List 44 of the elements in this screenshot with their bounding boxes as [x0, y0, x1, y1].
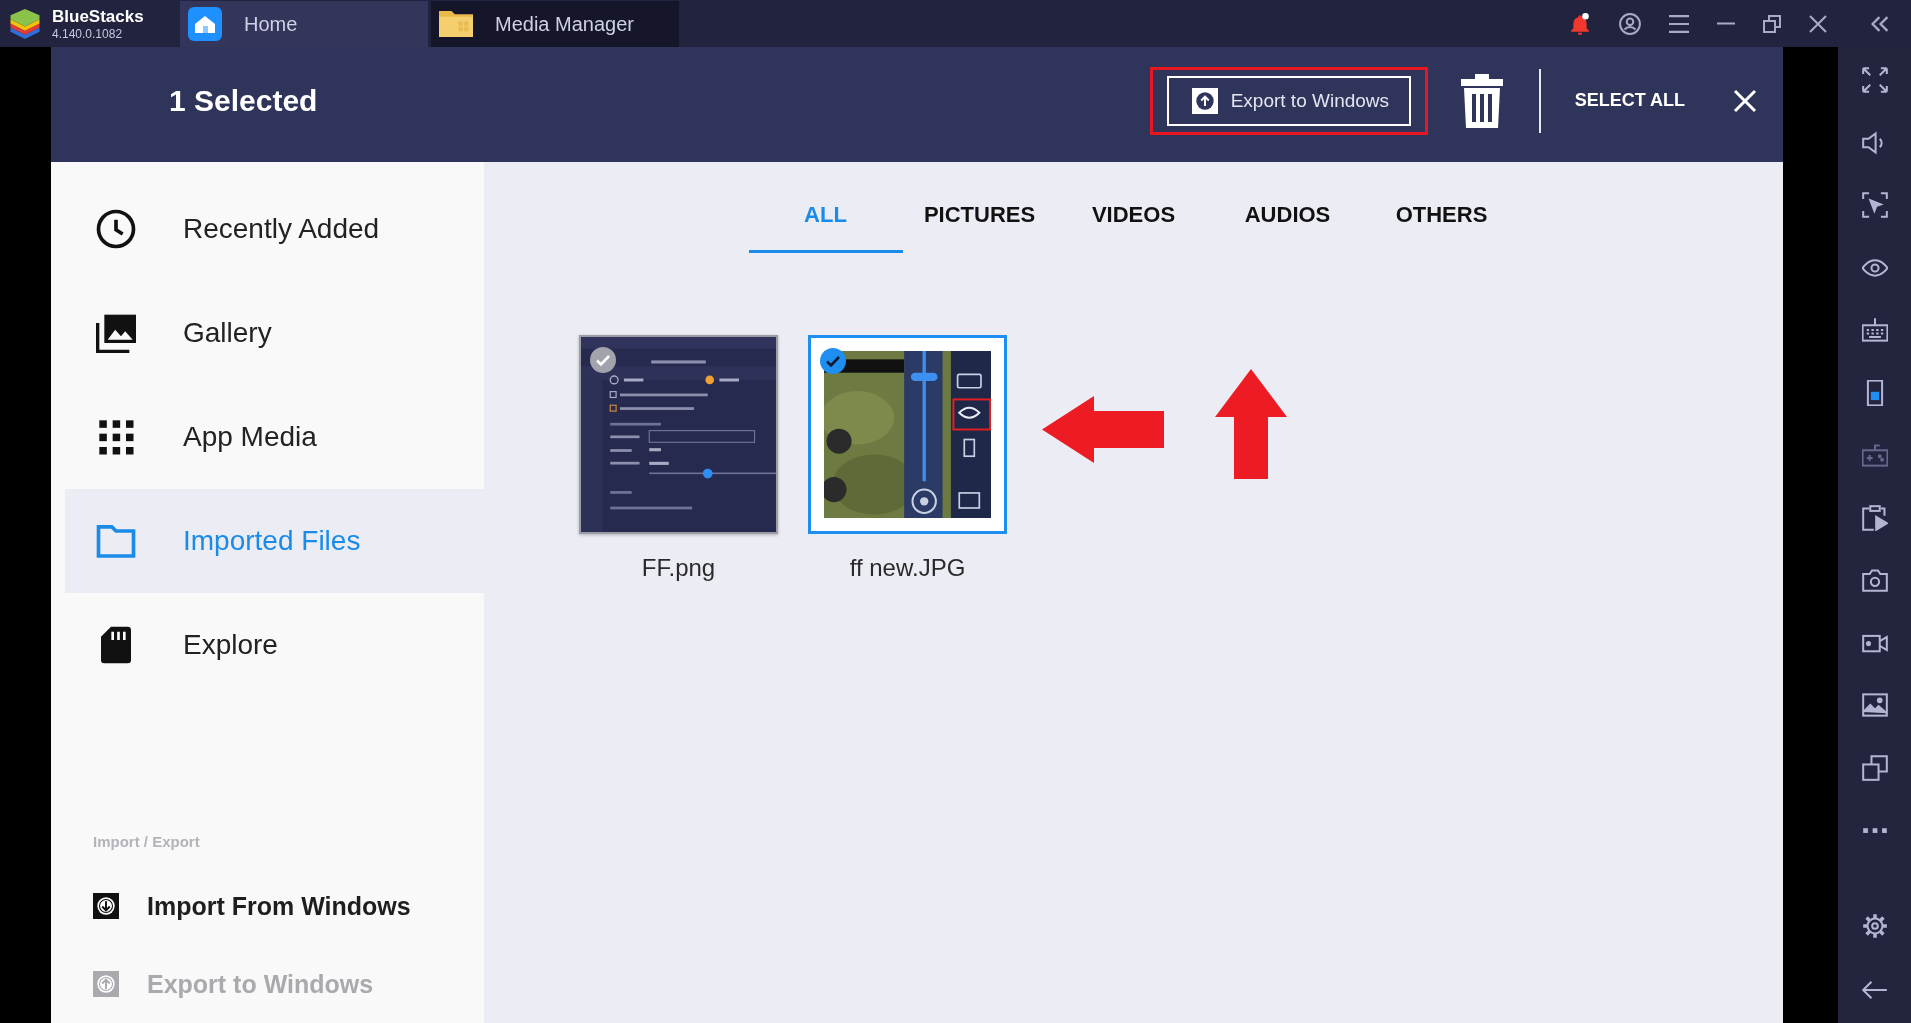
export-button[interactable]: Export to Windows: [1166, 75, 1411, 126]
keyboard-icon[interactable]: [1861, 317, 1888, 343]
grid-icon: [96, 417, 136, 457]
sidebar-action[interactable]: Import From Windows: [93, 867, 411, 945]
photos-icon: [96, 313, 136, 353]
export-icon: [1191, 87, 1218, 114]
clipboard-play-icon[interactable]: [1861, 504, 1888, 531]
folder-icon: [439, 9, 473, 39]
cursor-frame-icon[interactable]: [1861, 192, 1888, 218]
filter-tab[interactable]: PICTURES: [902, 182, 1057, 253]
file-name: FF.png: [641, 553, 716, 583]
app-name: BlueStacks: [52, 7, 144, 25]
window-tab[interactable]: Home: [180, 1, 428, 47]
trash-icon[interactable]: [1460, 73, 1503, 128]
multi-window-icon[interactable]: [1861, 754, 1888, 781]
settings-icon[interactable]: [1861, 913, 1888, 939]
double-chevron-icon[interactable]: [1871, 15, 1889, 32]
import-icon: [93, 893, 119, 919]
menu-icon[interactable]: [1669, 14, 1689, 33]
filter-tab[interactable]: AUDIOS: [1210, 182, 1365, 253]
select-all-button[interactable]: SELECT ALL: [1572, 90, 1687, 111]
file-name: ff new.JPG: [849, 553, 966, 583]
filter-tab[interactable]: OTHERS: [1364, 182, 1519, 253]
expand-icon[interactable]: [1861, 67, 1888, 93]
restore-icon[interactable]: [1763, 14, 1781, 33]
account-icon[interactable]: [1619, 12, 1641, 35]
sidebar-item[interactable]: Explore: [65, 593, 484, 697]
filter-tab[interactable]: VIDEOS: [1056, 182, 1211, 253]
sidebar-item[interactable]: Recently Added: [65, 177, 484, 281]
close-icon[interactable]: [1809, 14, 1827, 33]
file-thumbnail[interactable]: [808, 335, 1007, 534]
clock-icon: [96, 209, 136, 249]
bell-icon[interactable]: [1569, 12, 1591, 35]
app-version: 4.140.0.1082: [52, 27, 124, 40]
image-icon[interactable]: [1861, 692, 1888, 718]
section-label: Import / Export: [93, 832, 200, 852]
logo-icon: [8, 8, 42, 39]
export-icon: [93, 971, 119, 997]
camera-icon[interactable]: [1861, 567, 1888, 593]
selection-count-title: 1 Selected: [169, 83, 318, 118]
window-tab[interactable]: Media Manager: [431, 1, 679, 47]
sidebar-item[interactable]: Gallery: [65, 281, 484, 385]
house-icon: [188, 7, 222, 41]
sidebar-item[interactable]: App Media: [65, 385, 484, 489]
